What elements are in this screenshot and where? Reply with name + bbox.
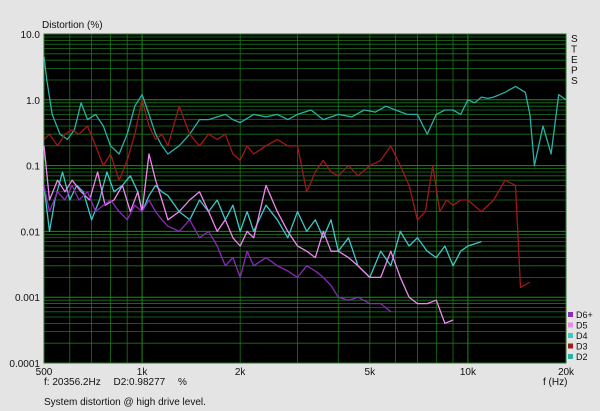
cursor-d2-value: D2:0.98277 xyxy=(113,377,166,388)
legend: D6+D5D4D3D2 xyxy=(568,310,593,362)
y-tick-label: 0.001 xyxy=(15,293,40,304)
legend-swatch xyxy=(568,354,573,359)
legend-label: D3 xyxy=(576,342,588,352)
y-tick-label: 10.0 xyxy=(21,30,41,41)
legend-swatch xyxy=(568,322,573,328)
legend-label: D5 xyxy=(576,321,588,331)
legend-label: D2 xyxy=(576,352,588,362)
distortion-chart: 10.01.00.10.010.0010.0001500 1k 2k 5k 10k 20k… xyxy=(9,20,593,388)
legend-label: D6+ xyxy=(576,310,593,320)
side-letter: P xyxy=(571,66,578,77)
cursor-frequency: f: 20356.2Hz xyxy=(44,377,101,388)
side-letter: T xyxy=(571,45,577,56)
legend-swatch xyxy=(568,333,573,338)
side-letter: S xyxy=(571,76,578,87)
y-tick-label: 1.0 xyxy=(26,96,40,107)
side-letter: S xyxy=(571,34,578,45)
x-tick-label: 10k xyxy=(460,367,477,378)
x-axis-label: f (Hz) xyxy=(543,377,567,388)
x-tick-label: 5k xyxy=(365,367,377,378)
plot-area[interactable] xyxy=(44,34,566,363)
cursor-unit: % xyxy=(178,377,187,388)
plot-background xyxy=(44,34,566,363)
x-tick-label: 2k xyxy=(235,367,247,378)
y-tick-label: 0.01 xyxy=(21,227,41,238)
legend-label: D4 xyxy=(576,331,588,341)
legend-swatch xyxy=(568,312,573,317)
distortion-window: 10.0 1.0 0.1 0.01 0.001 0.0001 500 1k 2k 5k 10k 20k… xyxy=(0,0,600,411)
y-tick-label: 0.1 xyxy=(26,162,40,173)
status-readout: f: 20356.2Hz D2:0.98277 % xyxy=(44,377,197,388)
side-letter: E xyxy=(571,55,578,66)
chart-caption: System distortion @ high drive level. xyxy=(44,397,206,408)
y-axis-label: Distortion (%) xyxy=(42,20,103,31)
steps-side-label[interactable]: STEPS xyxy=(571,34,578,87)
legend-swatch xyxy=(568,343,573,349)
